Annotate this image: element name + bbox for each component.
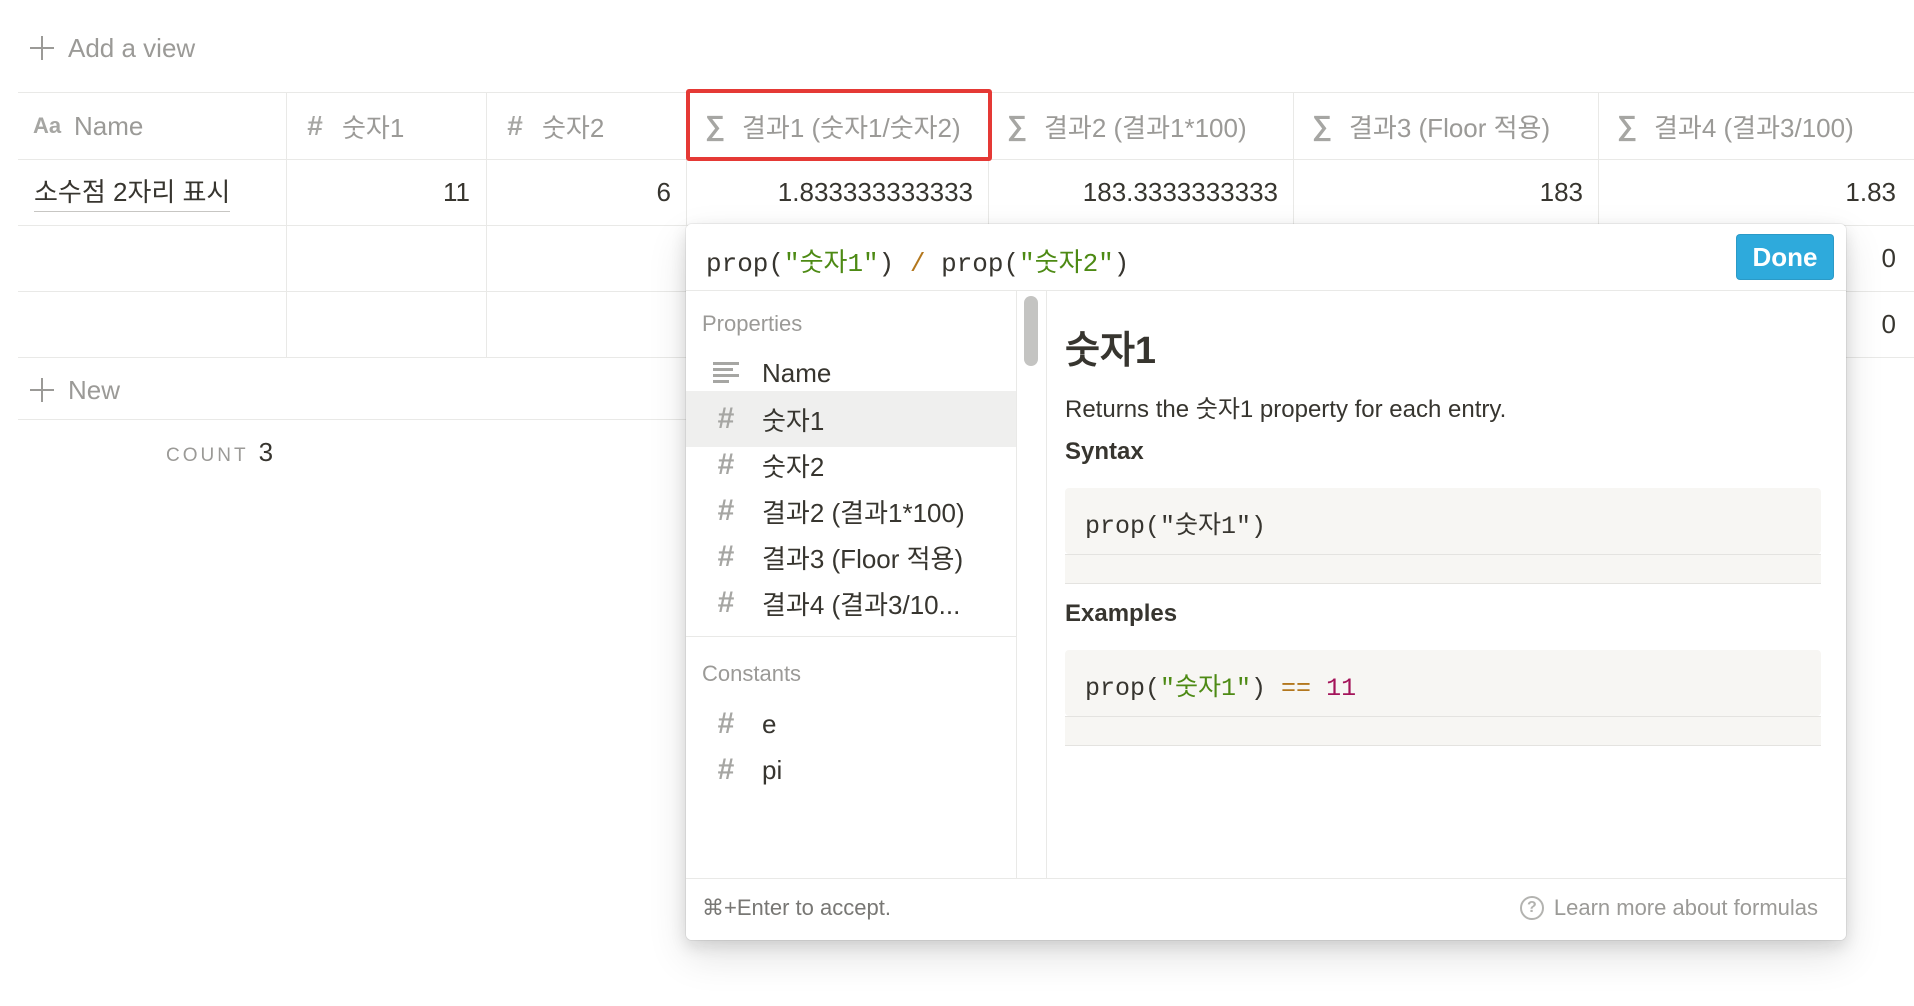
- example-code: prop("숫자1") == 11: [1085, 667, 1356, 703]
- column-divider: [1293, 92, 1294, 225]
- column-divider: [486, 92, 487, 358]
- code-token: ): [1251, 674, 1282, 703]
- list-item-pi[interactable]: # pi: [686, 742, 1016, 798]
- column-header-name[interactable]: Aa Name: [32, 93, 143, 159]
- doc-title: 숫자1: [1065, 330, 1157, 372]
- column-header-label: 결과3 (Floor 적용): [1349, 112, 1551, 143]
- number-icon: #: [717, 448, 735, 481]
- table-cell[interactable]: 11: [288, 159, 470, 225]
- column-header-result4[interactable]: ∑ 결과4 (결과3/100): [1612, 93, 1854, 159]
- table-cell[interactable]: 183: [1295, 159, 1583, 225]
- scrollbar-thumb[interactable]: [1024, 296, 1038, 366]
- example-code-block: prop("숫자1") == 11: [1065, 650, 1821, 716]
- text-icon: Aa: [32, 113, 62, 138]
- add-view-button[interactable]: Add a view: [30, 28, 195, 68]
- list-item-label: Name: [762, 357, 832, 388]
- properties-section-label: Properties: [702, 311, 803, 336]
- learn-more-label: Learn more about formulas: [1553, 895, 1818, 920]
- code-token: prop(: [1085, 674, 1161, 703]
- formula-token: ): [878, 249, 910, 279]
- number-icon: #: [717, 753, 735, 786]
- table-cell[interactable]: 183.3333333333: [990, 159, 1278, 225]
- highlight-box: [686, 89, 992, 161]
- doc-panel: 숫자1 Returns the 숫자1 property for each en…: [1047, 291, 1846, 878]
- syntax-heading: Syntax: [1065, 438, 1144, 465]
- column-header-result3[interactable]: ∑ 결과3 (Floor 적용): [1307, 93, 1550, 159]
- list-item-result4[interactable]: # 결과4 (결과3/10...: [686, 575, 1016, 631]
- column-header-result2[interactable]: ∑ 결과2 (결과1*100): [1002, 93, 1247, 159]
- number-icon: #: [717, 540, 735, 573]
- syntax-code-block: prop("숫자1"): [1065, 488, 1821, 554]
- formula-icon: ∑: [1312, 110, 1332, 141]
- new-row-button[interactable]: New: [30, 370, 120, 410]
- code-string: "숫자1": [1160, 674, 1252, 703]
- column-header-label: Name: [74, 110, 144, 141]
- list-item-label: 숫자1: [762, 405, 825, 436]
- help-icon: ?: [1519, 896, 1544, 920]
- number-icon: #: [507, 110, 523, 141]
- syntax-code: prop("숫자1"): [1085, 512, 1267, 541]
- new-row-label: New: [68, 374, 121, 405]
- list-item-label: pi: [762, 754, 783, 785]
- accept-hint: ⌘+Enter to accept.: [702, 895, 891, 920]
- column-header-num2[interactable]: # 숫자2: [500, 93, 604, 159]
- learn-more-link[interactable]: ? Learn more about formulas: [1519, 895, 1818, 921]
- table-cell[interactable]: 6: [488, 159, 671, 225]
- column-divider: [286, 92, 287, 358]
- new-row-border: [18, 419, 688, 420]
- add-view-label: Add a view: [68, 32, 196, 63]
- formula-text[interactable]: prop("숫자1") / prop("숫자2"): [706, 242, 1129, 279]
- number-icon: #: [717, 707, 735, 740]
- list-item-label: 결과4 (결과3/10...: [762, 589, 961, 620]
- doc-description: Returns the 숫자1 property for each entry.: [1065, 396, 1507, 423]
- examples-heading: Examples: [1065, 600, 1178, 627]
- text-lines-icon: [706, 356, 746, 390]
- column-header-label: 결과2 (결과1*100): [1044, 112, 1247, 143]
- number-icon: #: [717, 494, 735, 527]
- formula-operator: /: [909, 249, 926, 279]
- section-divider: [686, 636, 1016, 637]
- number-icon: #: [717, 402, 735, 435]
- table-cell-name[interactable]: 소수점 2자리 표시: [34, 159, 284, 225]
- table-cell[interactable]: 1.83: [1600, 159, 1896, 225]
- formula-string: "숫자2": [1019, 249, 1114, 279]
- count-summary[interactable]: COUNT 3: [166, 437, 273, 468]
- row-title[interactable]: 소수점 2자리 표시: [34, 172, 231, 212]
- plus-icon: [30, 36, 54, 60]
- code-block-footer: [1065, 554, 1821, 584]
- formula-icon: ∑: [1617, 110, 1637, 141]
- formula-token: prop(: [706, 249, 785, 279]
- count-value: 3: [258, 437, 274, 467]
- list-item-label: 결과2 (결과1*100): [762, 497, 965, 528]
- formula-string: "숫자1": [784, 249, 879, 279]
- code-number: 11: [1326, 674, 1357, 703]
- list-item-label: e: [762, 708, 777, 739]
- list-item-label: 숫자2: [762, 451, 825, 482]
- column-header-label: 숫자1: [342, 112, 405, 143]
- done-button[interactable]: Done: [1736, 234, 1834, 280]
- formula-icon: ∑: [1007, 110, 1027, 141]
- table-cell[interactable]: 1.833333333333: [688, 159, 973, 225]
- formula-token: prop(: [925, 249, 1020, 279]
- formula-editor-popup: prop("숫자1") / prop("숫자2") Done Propertie…: [686, 224, 1846, 940]
- code-block-footer: [1065, 716, 1821, 746]
- number-icon: #: [717, 586, 735, 619]
- count-label: COUNT: [166, 445, 249, 466]
- formula-editor-footer: ⌘+Enter to accept. ? Learn more about fo…: [686, 878, 1846, 940]
- number-icon: #: [307, 110, 323, 141]
- formula-input[interactable]: prop("숫자1") / prop("숫자2") Done: [686, 224, 1846, 291]
- code-operator: ==: [1281, 674, 1312, 703]
- plus-icon: [30, 378, 54, 402]
- formula-token: ): [1113, 249, 1130, 279]
- constants-section-label: Constants: [702, 661, 802, 686]
- column-header-label: 숫자2: [542, 112, 605, 143]
- column-header-label: 결과4 (결과3/100): [1654, 112, 1854, 143]
- list-item-label: 결과3 (Floor 적용): [762, 543, 964, 574]
- suggestion-list[interactable]: Properties Name # 숫자1 # 숫자2 # 결과2 (결과1*1…: [686, 291, 1017, 878]
- column-header-num1[interactable]: # 숫자1: [300, 93, 404, 159]
